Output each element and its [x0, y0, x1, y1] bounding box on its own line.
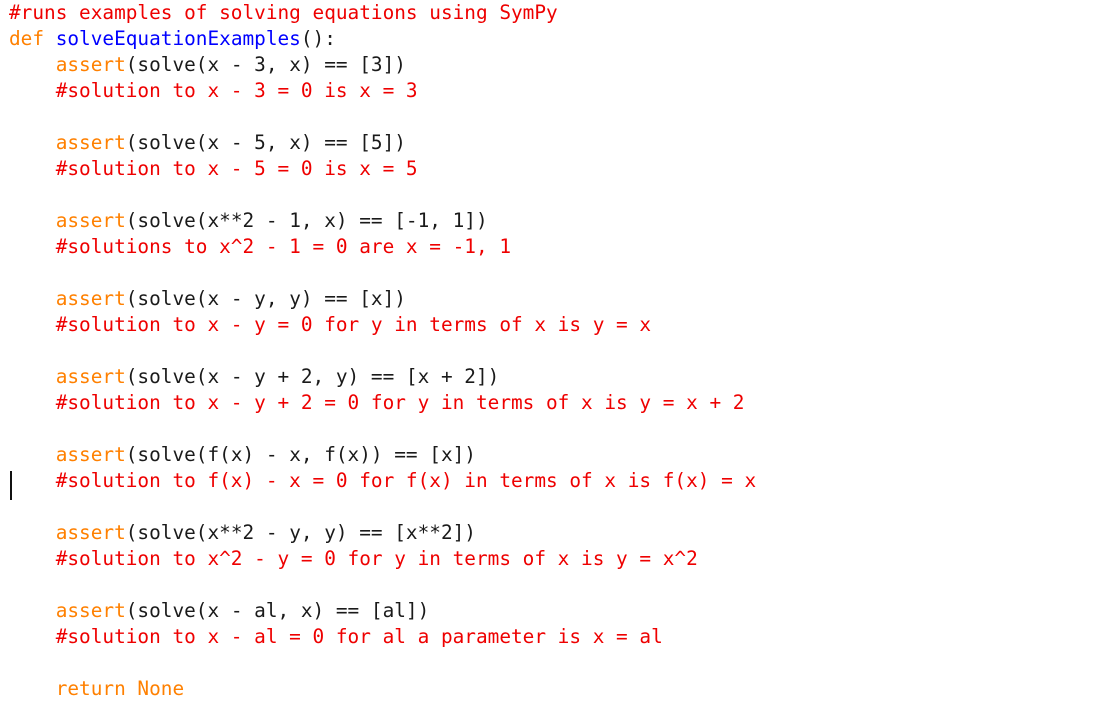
code-line-blank[interactable] — [0, 182, 1110, 208]
code-line-blank[interactable] — [0, 104, 1110, 130]
code-token-comment: #solution to x - 5 = 0 is x = 5 — [9, 157, 418, 180]
code-line[interactable]: #solution to x - al = 0 for al a paramet… — [0, 624, 1110, 650]
code-token-plain: (solve(x - y, y) == [x]) — [125, 287, 406, 310]
code-line[interactable]: #solution to x - y + 2 = 0 for y in term… — [0, 390, 1110, 416]
code-token-comment: #solution to x - al = 0 for al a paramet… — [9, 625, 663, 648]
code-token-plain: (solve(x**2 - 1, x) == [-1, 1]) — [125, 209, 488, 232]
code-line[interactable]: assert(solve(x - 5, x) == [5]) — [0, 130, 1110, 156]
code-token-plain: (solve(f(x) - x, f(x)) == [x]) — [125, 443, 476, 466]
code-editor[interactable]: #runs examples of solving equations usin… — [0, 0, 1110, 718]
code-line-blank[interactable] — [0, 650, 1110, 676]
code-token-keyword: assert — [9, 209, 126, 232]
code-token-keyword: assert — [9, 599, 126, 622]
code-line[interactable]: #solution to x - 5 = 0 is x = 5 — [0, 156, 1110, 182]
code-line[interactable]: return None — [0, 676, 1110, 702]
code-token-keyword: assert — [9, 287, 126, 310]
code-line[interactable]: #solution to x^2 - y = 0 for y in terms … — [0, 546, 1110, 572]
code-token-plain: (solve(x - 3, x) == [3]) — [125, 53, 406, 76]
code-token-plain: (solve(x - 5, x) == [5]) — [125, 131, 406, 154]
code-line[interactable]: assert(solve(x - 3, x) == [3]) — [0, 52, 1110, 78]
code-token-comment: #solutions to x^2 - 1 = 0 are x = -1, 1 — [9, 235, 511, 258]
code-line[interactable]: assert(solve(x - y, y) == [x]) — [0, 286, 1110, 312]
code-token-plain: (solve(x - al, x) == [al]) — [125, 599, 430, 622]
code-line-blank[interactable] — [0, 416, 1110, 442]
code-token-plain: (solve(x**2 - y, y) == [x**2]) — [125, 521, 476, 544]
code-line[interactable]: #solution to x - 3 = 0 is x = 3 — [0, 78, 1110, 104]
code-token-plain: (): — [300, 27, 336, 50]
code-token-comment: #solution to x - y = 0 for y in terms of… — [9, 313, 652, 336]
code-line[interactable]: #solution to f(x) - x = 0 for f(x) in te… — [0, 468, 1110, 494]
code-token-comment: #solution to x - 3 = 0 is x = 3 — [9, 79, 418, 102]
code-token-funcname: solveEquationExamples — [55, 27, 301, 50]
code-token-keyword: assert — [9, 53, 126, 76]
code-line-blank[interactable] — [0, 260, 1110, 286]
code-line[interactable]: assert(solve(x**2 - 1, x) == [-1, 1]) — [0, 208, 1110, 234]
code-line[interactable]: #runs examples of solving equations usin… — [0, 0, 1110, 26]
code-line[interactable]: assert(solve(x - y + 2, y) == [x + 2]) — [0, 364, 1110, 390]
code-line[interactable]: assert(solve(f(x) - x, f(x)) == [x]) — [0, 442, 1110, 468]
code-line[interactable]: assert(solve(x**2 - y, y) == [x**2]) — [0, 520, 1110, 546]
text-cursor — [10, 471, 12, 500]
code-line-blank[interactable] — [0, 572, 1110, 598]
code-token-keyword: assert — [9, 443, 126, 466]
code-token-keyword: assert — [9, 521, 126, 544]
code-token-keyword: assert — [9, 131, 126, 154]
code-line[interactable]: assert(solve(x - al, x) == [al]) — [0, 598, 1110, 624]
code-token-keyword: def — [9, 27, 56, 50]
code-token-keyword: assert — [9, 365, 126, 388]
code-token-comment: #runs examples of solving equations usin… — [9, 1, 558, 24]
code-line[interactable]: def solveEquationExamples(): — [0, 26, 1110, 52]
code-token-comment: #solution to f(x) - x = 0 for f(x) in te… — [9, 469, 757, 492]
code-line-blank[interactable] — [0, 338, 1110, 364]
code-token-comment: #solution to x - y + 2 = 0 for y in term… — [9, 391, 745, 414]
code-line-blank[interactable] — [0, 494, 1110, 520]
code-line[interactable]: #solutions to x^2 - 1 = 0 are x = -1, 1 — [0, 234, 1110, 260]
code-token-keyword: return None — [9, 677, 185, 700]
code-token-comment: #solution to x^2 - y = 0 for y in terms … — [9, 547, 698, 570]
code-token-plain: (solve(x - y + 2, y) == [x + 2]) — [125, 365, 500, 388]
code-line[interactable]: #solution to x - y = 0 for y in terms of… — [0, 312, 1110, 338]
code-text-area[interactable]: #runs examples of solving equations usin… — [0, 0, 1110, 702]
